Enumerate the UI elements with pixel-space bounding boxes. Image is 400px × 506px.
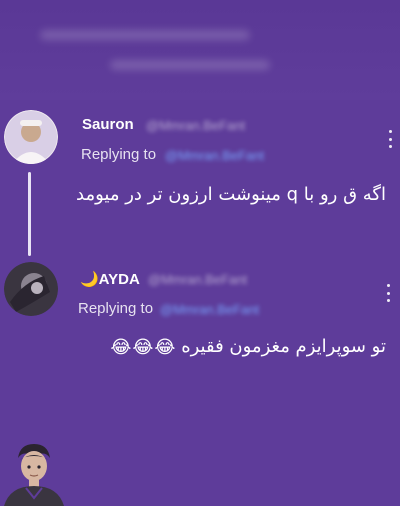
replying-to-handle[interactable]: @Mmran.BeFant: [165, 148, 264, 163]
reply-tweet[interactable]: 🌙AYDA @Mmran.BeFant Replying to @Mmran.B…: [0, 256, 400, 386]
profile-photo-icon: [4, 110, 58, 164]
laughing-emoji-icon: 😂: [110, 336, 132, 358]
emoji-group: 😂 😂 😂: [110, 337, 175, 358]
tweet-text-line: تو سوپرایزم مغزمون فقیره 😂 😂 😂: [104, 336, 386, 358]
user-avatar[interactable]: [4, 110, 58, 164]
illustrated-avatar: [0, 438, 66, 506]
display-name[interactable]: 🌙AYDA: [80, 270, 140, 288]
laughing-emoji-icon: 😂: [132, 336, 154, 358]
user-handle[interactable]: @Mmran.BeFant: [148, 272, 247, 287]
user-avatar[interactable]: [4, 262, 58, 316]
tweet-text: تو سوپرایزم مغزمون فقیره: [181, 336, 386, 357]
more-options-icon[interactable]: [386, 284, 390, 302]
replying-to-label: Replying to: [81, 146, 157, 163]
reply-tweet[interactable]: Sauron @Mmran.BeFant Replying to @Mmran.…: [0, 100, 400, 250]
user-handle[interactable]: @Mmran.BeFant: [146, 118, 245, 133]
illustrated-avatar-icon: [4, 444, 64, 506]
profile-photo-icon: [4, 262, 58, 316]
tweet-text: اگه ق رو با q مینوشت ارزون تر در میومد: [76, 184, 386, 205]
replying-to-label: Replying to: [78, 300, 154, 317]
blurred-previous-content: [0, 0, 400, 100]
replying-to-handle[interactable]: @Mmran.BeFant: [160, 302, 259, 317]
display-name[interactable]: Sauron: [82, 116, 134, 133]
laughing-emoji-icon: 😂: [154, 336, 176, 358]
more-options-icon[interactable]: [388, 130, 392, 148]
